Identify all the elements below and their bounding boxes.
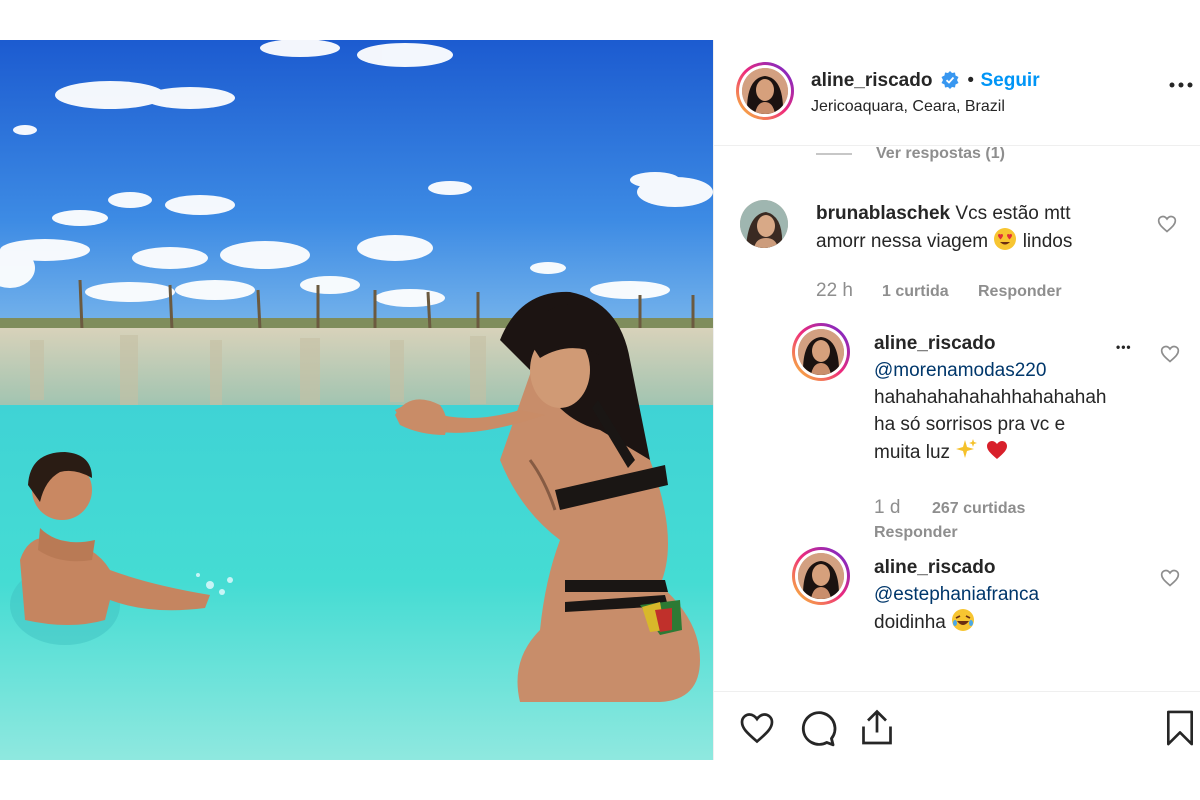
share-icon[interactable] bbox=[859, 708, 895, 748]
comment-text: amorr nessa viagem bbox=[816, 231, 989, 252]
reply-text: muita luz bbox=[874, 442, 951, 463]
replies-divider bbox=[816, 153, 852, 155]
laughing-emoji-icon bbox=[952, 609, 975, 631]
reply-time: 1 d bbox=[874, 497, 901, 518]
heart-icon[interactable] bbox=[738, 710, 776, 746]
post-details-panel: aline_riscado • Seguir Jericoaquara, Cea… bbox=[713, 40, 1200, 761]
reply-mention[interactable]: @morenamodas220 bbox=[874, 360, 1046, 381]
post-photo[interactable] bbox=[0, 40, 713, 760]
like-reply-heart-icon[interactable] bbox=[1160, 344, 1180, 364]
reply-author-avatar-image bbox=[798, 329, 844, 375]
reply-mention[interactable]: @estephaniafranca bbox=[874, 584, 1039, 605]
reply-more-options-icon[interactable]: ••• bbox=[1116, 340, 1132, 354]
post-header: aline_riscado • Seguir Jericoaquara, Cea… bbox=[714, 40, 1200, 146]
comment-likes[interactable]: 1 curtida bbox=[882, 283, 949, 301]
author-avatar-image bbox=[742, 68, 788, 114]
commenter-avatar-image bbox=[740, 200, 788, 248]
post-actions-bar bbox=[714, 691, 1200, 761]
like-reply-heart-icon[interactable] bbox=[1160, 568, 1180, 588]
reply-likes[interactable]: 267 curtidas bbox=[932, 500, 1025, 518]
bookmark-icon[interactable] bbox=[1165, 709, 1195, 747]
reply-author-avatar[interactable] bbox=[792, 547, 850, 605]
reply-username[interactable]: aline_riscado bbox=[874, 333, 995, 354]
view-replies-button[interactable]: Ver respostas (1) bbox=[876, 147, 1005, 163]
reply-body: aline_riscado @estephaniafranca doidinha bbox=[874, 554, 1154, 636]
reply-text: ha só sorrisos pra vc e bbox=[874, 414, 1066, 435]
more-options-icon[interactable] bbox=[1169, 76, 1193, 94]
post-author-line: aline_riscado • Seguir bbox=[811, 70, 1040, 92]
comment-icon[interactable] bbox=[799, 710, 837, 748]
header-separator: • bbox=[967, 70, 975, 91]
verified-badge-icon bbox=[941, 71, 959, 89]
comment-text: Vcs estão mtt bbox=[955, 203, 1071, 224]
post-location[interactable]: Jericoaquara, Ceara, Brazil bbox=[811, 98, 1005, 116]
red-heart-emoji-icon bbox=[986, 441, 1007, 459]
comments-list: Ver respostas (1) brunablaschek Vcs estã… bbox=[714, 147, 1200, 691]
like-comment-heart-icon[interactable] bbox=[1157, 214, 1177, 234]
comment-text: lindos bbox=[1022, 231, 1073, 252]
comment-username[interactable]: brunablaschek bbox=[816, 203, 950, 224]
comment-time: 22 h bbox=[816, 280, 853, 301]
reply-text: doidinha bbox=[874, 612, 946, 633]
beach-photo-illustration bbox=[0, 40, 713, 760]
reply-button[interactable]: Responder bbox=[874, 524, 958, 542]
commenter-avatar[interactable] bbox=[740, 200, 788, 248]
reply-button[interactable]: Responder bbox=[978, 283, 1062, 301]
heart-eyes-emoji-icon bbox=[994, 228, 1017, 250]
post-username[interactable]: aline_riscado bbox=[811, 70, 932, 91]
reply-body: aline_riscado @morenamodas220 hahahahaha… bbox=[874, 330, 1154, 466]
follow-button[interactable]: Seguir bbox=[980, 70, 1039, 91]
sparkles-emoji-icon bbox=[956, 439, 978, 458]
comment-body: brunablaschek Vcs estão mtt amorr nessa … bbox=[816, 200, 1146, 255]
reply-text: hahahahahahahhahahahah bbox=[874, 387, 1107, 408]
reply-author-avatar-image bbox=[798, 553, 844, 599]
reply-username[interactable]: aline_riscado bbox=[874, 557, 995, 578]
author-avatar[interactable] bbox=[736, 62, 794, 120]
reply-author-avatar[interactable] bbox=[792, 323, 850, 381]
